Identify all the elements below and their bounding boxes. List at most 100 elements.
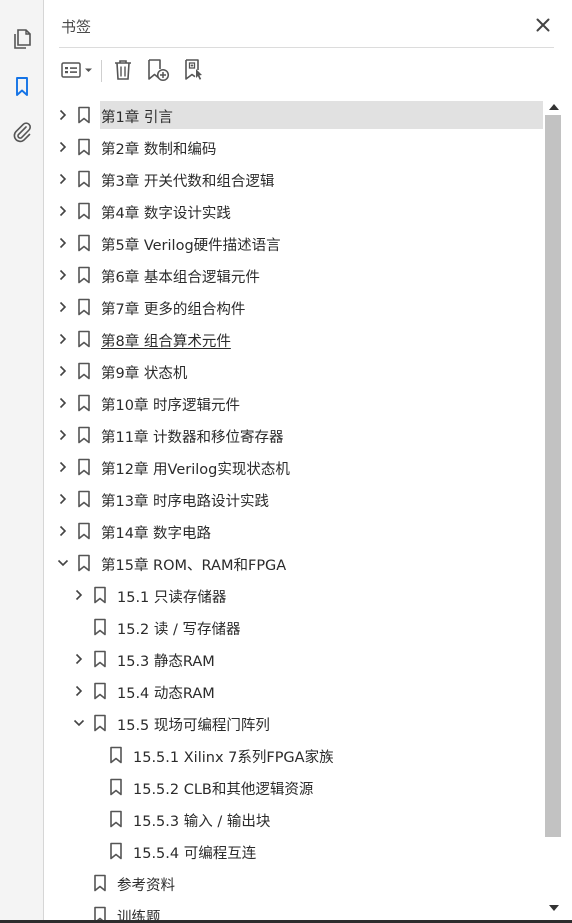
chevron-right-icon[interactable] — [57, 301, 69, 313]
bookmark-icon — [77, 490, 91, 508]
pages-icon[interactable] — [8, 25, 36, 53]
bookmark-icon — [77, 362, 91, 380]
panel-header: 书签 — [45, 0, 572, 48]
bookmark-label: 15.5.4 可编程互连 — [133, 846, 257, 862]
bookmark-icon[interactable] — [8, 73, 36, 101]
attachment-icon[interactable] — [8, 118, 36, 146]
scroll-up-icon[interactable] — [548, 102, 560, 112]
bookmark-icon — [77, 458, 91, 476]
chevron-right-icon[interactable] — [57, 365, 69, 377]
bookmarks-toolbar — [45, 52, 572, 88]
bookmark-icon — [77, 106, 91, 124]
bookmark-item[interactable]: 15.2 读 / 写存储器 — [45, 611, 545, 643]
bookmark-item[interactable]: 15.3 静态RAM — [45, 643, 545, 675]
chevron-right-icon[interactable] — [73, 685, 85, 697]
bookmark-icon — [109, 778, 123, 796]
bookmark-item[interactable]: 第4章 数字设计实践 — [45, 195, 545, 227]
bookmark-icon — [93, 874, 107, 892]
bookmark-item[interactable]: 第7章 更多的组合构件 — [45, 291, 545, 323]
bookmark-icon — [77, 394, 91, 412]
bookmark-label: 第8章 组合算术元件 — [101, 334, 231, 350]
chevron-right-icon[interactable] — [57, 269, 69, 281]
bookmark-item[interactable]: 第14章 数字电路 — [45, 515, 545, 547]
bookmark-icon — [77, 298, 91, 316]
bookmark-icon — [93, 586, 107, 604]
bookmark-item[interactable]: 参考资料 — [45, 867, 545, 899]
bookmark-label: 15.2 读 / 写存储器 — [117, 622, 241, 638]
add-bookmark-from-structure-icon[interactable] — [179, 56, 209, 84]
bookmark-label: 15.1 只读存储器 — [117, 590, 227, 606]
bookmark-item[interactable]: 第13章 时序电路设计实践 — [45, 483, 545, 515]
options-menu-button[interactable] — [59, 56, 97, 84]
panel-title: 书签 — [61, 18, 92, 36]
bookmark-label: 第9章 状态机 — [101, 366, 188, 382]
chevron-right-icon[interactable] — [57, 429, 69, 441]
close-icon[interactable] — [532, 14, 554, 36]
bookmark-icon — [93, 650, 107, 668]
chevron-right-icon[interactable] — [73, 589, 85, 601]
bookmark-label: 第15章 ROM、RAM和FPGA — [101, 558, 287, 574]
chevron-right-icon[interactable] — [57, 205, 69, 217]
scroll-down-icon[interactable] — [548, 903, 560, 913]
bookmark-item[interactable]: 第9章 状态机 — [45, 355, 545, 387]
chevron-down-icon — [85, 68, 92, 72]
bookmark-item[interactable]: 15.5.4 可编程互连 — [45, 835, 545, 867]
new-bookmark-icon[interactable] — [143, 56, 173, 84]
bookmark-icon — [109, 810, 123, 828]
chevron-down-icon[interactable] — [57, 557, 69, 569]
bookmark-item[interactable]: 15.1 只读存储器 — [45, 579, 545, 611]
header-divider — [59, 47, 554, 48]
left-nav-bar — [0, 0, 44, 923]
vertical-scrollbar[interactable] — [545, 99, 563, 923]
bookmark-icon — [77, 330, 91, 348]
bookmark-label: 第1章 引言 — [101, 110, 173, 126]
delete-icon[interactable] — [109, 56, 137, 84]
bookmark-label: 第11章 计数器和移位寄存器 — [101, 430, 284, 446]
bookmark-icon — [93, 714, 107, 732]
bookmark-label: 第13章 时序电路设计实践 — [101, 494, 270, 510]
bookmark-item[interactable]: 第6章 基本组合逻辑元件 — [45, 259, 545, 291]
bookmark-label: 第12章 用Verilog实现状态机 — [101, 462, 290, 478]
bookmark-tree: 第1章 引言第2章 数制和编码第3章 开关代数和组合逻辑 第4章 数字设计实践第5… — [45, 99, 545, 923]
bookmark-label: 第3章 开关代数和组合逻辑 — [101, 174, 275, 190]
chevron-right-icon[interactable] — [57, 461, 69, 473]
bookmark-item[interactable]: 第15章 ROM、RAM和FPGA — [45, 547, 545, 579]
bookmark-icon — [93, 682, 107, 700]
chevron-right-icon[interactable] — [57, 141, 69, 153]
bookmark-item[interactable]: 第11章 计数器和移位寄存器 — [45, 419, 545, 451]
options-menu-icon — [61, 62, 81, 78]
bookmark-item[interactable]: 15.5.2 CLB和其他逻辑资源 — [45, 771, 545, 803]
bookmark-label: 第6章 基本组合逻辑元件 — [101, 270, 260, 286]
chevron-right-icon[interactable] — [57, 333, 69, 345]
bookmark-label: 15.5.1 Xilinx 7系列FPGA家族 — [133, 750, 334, 766]
toolbar-divider — [101, 60, 102, 82]
bookmark-item[interactable]: 第1章 引言 — [45, 99, 545, 131]
bookmark-item[interactable]: 第8章 组合算术元件 — [45, 323, 545, 355]
bookmark-item[interactable]: 15.4 动态RAM — [45, 675, 545, 707]
bookmark-item[interactable]: 第12章 用Verilog实现状态机 — [45, 451, 545, 483]
chevron-down-icon[interactable] — [73, 717, 85, 729]
bookmark-label: 第2章 数制和编码 — [101, 142, 217, 158]
chevron-right-icon[interactable] — [73, 653, 85, 665]
bookmark-label: 15.3 静态RAM — [117, 654, 215, 670]
chevron-right-icon[interactable] — [57, 397, 69, 409]
bookmark-label: 15.4 动态RAM — [117, 686, 215, 702]
bookmark-item[interactable]: 15.5.1 Xilinx 7系列FPGA家族 — [45, 739, 545, 771]
bookmark-item[interactable]: 15.5.3 输入 / 输出块 — [45, 803, 545, 835]
bookmark-label: 第7章 更多的组合构件 — [101, 302, 246, 318]
bookmark-label: 15.5.2 CLB和其他逻辑资源 — [133, 782, 314, 798]
chevron-right-icon[interactable] — [57, 109, 69, 121]
chevron-right-icon[interactable] — [57, 493, 69, 505]
bookmark-item[interactable]: 第3章 开关代数和组合逻辑 — [45, 163, 545, 195]
chevron-right-icon[interactable] — [57, 237, 69, 249]
bookmark-item[interactable]: 第10章 时序逻辑元件 — [45, 387, 545, 419]
scrollbar-thumb[interactable] — [545, 115, 561, 837]
bookmark-item[interactable]: 第5章 Verilog硬件描述语言 — [45, 227, 545, 259]
bookmark-item[interactable]: 15.5 现场可编程门阵列 — [45, 707, 545, 739]
bookmark-label: 第14章 数字电路 — [101, 526, 212, 542]
chevron-right-icon[interactable] — [57, 173, 69, 185]
bookmark-label: 第4章 数字设计实践 — [101, 206, 231, 222]
bookmark-item[interactable]: 第2章 数制和编码 — [45, 131, 545, 163]
chevron-right-icon[interactable] — [57, 525, 69, 537]
bookmark-icon — [109, 842, 123, 860]
